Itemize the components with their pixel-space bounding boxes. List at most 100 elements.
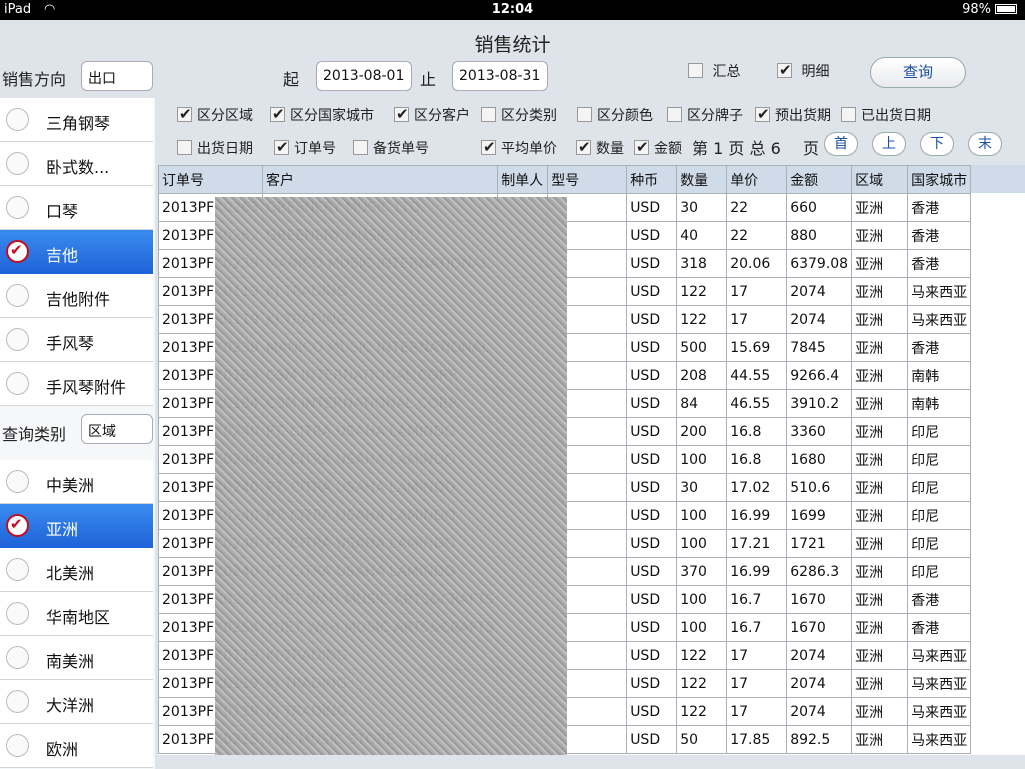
option-checkbox[interactable]: 区分牌子 — [667, 105, 743, 125]
column-header[interactable]: 区域 — [851, 165, 909, 194]
table-cell: 2074 — [786, 277, 853, 306]
option-label: 数量 — [596, 141, 624, 157]
option-checkbox[interactable]: 金额 — [634, 138, 682, 158]
table-cell: USD — [626, 669, 678, 698]
table-cell: 200 — [676, 417, 728, 446]
table-cell: 亚洲 — [851, 501, 909, 530]
radio-icon — [6, 284, 29, 307]
category-item[interactable]: 口琴 — [0, 186, 153, 230]
region-item[interactable]: 华南地区 — [0, 592, 153, 636]
column-header[interactable]: 种币 — [626, 165, 678, 194]
table-cell: 17 — [726, 669, 788, 698]
option-label: 区分牌子 — [687, 108, 743, 124]
date-to-field[interactable]: 2013-08-31 — [452, 61, 548, 91]
checkbox-icon — [755, 105, 770, 123]
region-item[interactable]: 大洋洲 — [0, 680, 153, 724]
table-cell: 30 — [676, 193, 728, 222]
table-cell: 892.5 — [786, 725, 853, 754]
radio-icon — [6, 470, 29, 493]
table-cell: 22 — [726, 221, 788, 250]
checkbox-icon — [777, 61, 792, 79]
table-cell: 7845 — [786, 333, 853, 362]
table-cell: 6286.3 — [786, 557, 853, 586]
next-page-button[interactable]: 下 — [920, 132, 954, 156]
region-item[interactable]: 中美洲 — [0, 460, 153, 504]
category-item[interactable]: 吉他 — [0, 230, 153, 274]
category-label: 卧式数... — [46, 158, 110, 177]
table-cell: 印尼 — [907, 445, 972, 474]
table-cell: 100 — [676, 501, 728, 530]
option-checkbox[interactable]: 区分类别 — [481, 105, 557, 125]
checkbox-icon — [667, 107, 682, 122]
table-cell: USD — [626, 445, 678, 474]
column-header[interactable]: 数量 — [676, 165, 728, 194]
category-label: 吉他 — [46, 246, 79, 265]
option-checkbox[interactable]: 区分客户 — [394, 105, 470, 125]
table-cell: 1670 — [786, 585, 853, 614]
radio-icon — [6, 196, 29, 219]
option-checkbox[interactable]: 平均单价 — [481, 138, 557, 158]
option-checkbox[interactable]: 区分颜色 — [577, 105, 653, 125]
column-header[interactable]: 订单号 — [158, 165, 263, 194]
category-item[interactable]: 手风琴 — [0, 318, 153, 362]
option-checkbox[interactable]: 订单号 — [274, 138, 336, 158]
option-checkbox[interactable]: 备货单号 — [353, 138, 429, 158]
table-cell: 香港 — [907, 585, 972, 614]
table-cell: 16.99 — [726, 501, 788, 530]
date-from-field[interactable]: 2013-08-01 — [316, 61, 412, 91]
column-header[interactable]: 客户 — [261, 165, 499, 194]
detail-checkbox[interactable]: 明细 — [777, 61, 829, 81]
option-label: 已出货日期 — [861, 108, 931, 124]
table-cell: USD — [626, 697, 678, 726]
checkbox-icon — [481, 138, 496, 156]
option-checkbox[interactable]: 数量 — [576, 138, 624, 158]
column-header[interactable]: 金额 — [786, 165, 853, 194]
region-item[interactable]: 北美洲 — [0, 548, 153, 592]
app-window: 销售统计 销售方向 出口 起 2013-08-01 止 2013-08-31 汇… — [0, 20, 1025, 769]
checkbox-icon — [841, 107, 856, 122]
column-header[interactable]: 制单人 — [497, 165, 549, 194]
page-info: 第 1 页 总 6 — [692, 135, 781, 159]
region-item[interactable]: 南美洲 — [0, 636, 153, 680]
prev-page-button[interactable]: 上 — [872, 132, 906, 156]
table-cell: 46.55 — [726, 389, 788, 418]
direction-select[interactable]: 出口 — [81, 61, 153, 91]
page-title: 销售统计 — [474, 34, 551, 56]
category-item[interactable]: 吉他附件 — [0, 274, 153, 318]
checkbox-icon — [576, 138, 591, 156]
category-item[interactable]: 三角钢琴 — [0, 98, 153, 142]
column-header[interactable]: 单价 — [726, 165, 788, 194]
table-cell: 亚洲 — [851, 473, 909, 502]
category-label: 三角钢琴 — [46, 114, 111, 133]
option-checkbox[interactable]: 预出货期 — [755, 105, 831, 125]
region-item[interactable]: 欧洲 — [0, 724, 153, 768]
option-checkbox[interactable]: 区分国家城市 — [270, 105, 374, 125]
summary-checkbox[interactable]: 汇总 — [688, 61, 740, 81]
option-checkbox[interactable]: 出货日期 — [177, 138, 253, 158]
table-cell: 500 — [676, 333, 728, 362]
query-button[interactable]: 查询 — [870, 57, 966, 88]
category-item[interactable]: 手风琴附件 — [0, 362, 153, 406]
option-checkbox[interactable]: 区分区域 — [177, 105, 253, 125]
query-type-select[interactable]: 区域 — [81, 414, 153, 444]
table-cell: 香港 — [907, 193, 972, 222]
column-header[interactable]: 国家城市 — [907, 165, 972, 194]
table-cell: 2074 — [786, 305, 853, 334]
table-cell: 香港 — [907, 333, 972, 362]
table-cell: 亚洲 — [851, 305, 909, 334]
table-cell: 印尼 — [907, 417, 972, 446]
region-item[interactable]: 亚洲 — [0, 504, 153, 548]
category-item[interactable]: 卧式数... — [0, 142, 153, 186]
last-page-button[interactable]: 末 — [968, 132, 1002, 156]
table-cell: USD — [626, 277, 678, 306]
table-cell: 370 — [676, 557, 728, 586]
table-cell: 122 — [676, 669, 728, 698]
first-page-button[interactable]: 首 — [824, 132, 858, 156]
table-cell: USD — [626, 641, 678, 670]
option-checkbox[interactable]: 已出货日期 — [841, 105, 931, 125]
checkbox-icon — [481, 107, 496, 122]
option-label: 预出货期 — [775, 108, 831, 124]
table-cell: USD — [626, 193, 678, 222]
results-table-container[interactable]: 订单号客户制单人型号种币数量单价金额区域国家城市 2013PFK0263GREE… — [158, 165, 1025, 755]
column-header[interactable]: 型号 — [547, 165, 628, 194]
